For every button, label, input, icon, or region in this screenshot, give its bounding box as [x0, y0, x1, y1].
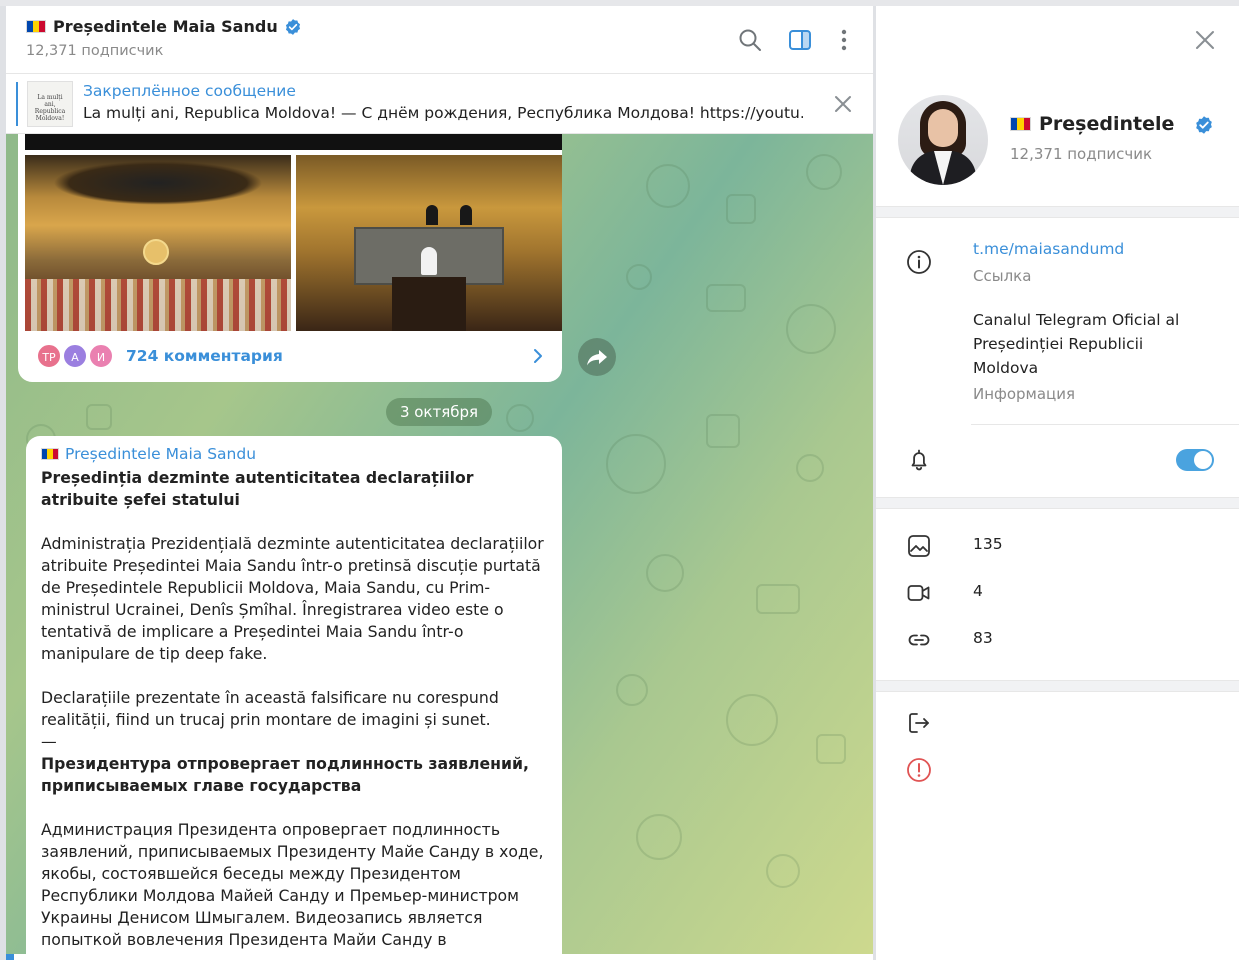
photo-speaker: [421, 247, 437, 275]
date-separator: 3 октября: [386, 398, 492, 426]
pattern-doodle: [786, 304, 836, 354]
panel-channel-title: Președintele: [1010, 113, 1174, 135]
close-icon[interactable]: [832, 93, 854, 115]
pattern-doodle: [646, 164, 690, 208]
bell-icon: [911, 449, 927, 471]
chevron-right-icon: [534, 349, 542, 363]
links-count[interactable]: 83: [973, 629, 993, 647]
pattern-doodle: [806, 154, 842, 190]
channel-description: Canalul Telegram Oficial al Președinției…: [973, 311, 1180, 377]
avatar-face: [928, 109, 958, 147]
pattern-doodle: [86, 404, 112, 430]
photo-assembly-hall[interactable]: [25, 155, 291, 331]
moldova-flag-icon: [1010, 117, 1031, 131]
link-icon: [908, 634, 930, 646]
photos-count[interactable]: 135: [973, 535, 1003, 553]
message-paragraph-ru-1: Администрация Президента опровергает под…: [41, 820, 544, 954]
pattern-doodle: [706, 284, 746, 312]
forward-share-icon[interactable]: [578, 338, 616, 376]
message-title-ro: Președinția dezminte autenticitatea decl…: [41, 468, 474, 509]
pinned-thumbnail: La mulți ani, Republica Moldova!: [27, 81, 73, 127]
channel-info-panel: Președintele 12,371 подписчик t.me/maias…: [876, 6, 1239, 960]
report-icon[interactable]: [906, 757, 932, 783]
pinned-title: Закреплённое сообщение: [83, 82, 296, 100]
message-paragraph-ro-1: Administrația Prezidențială dezminte aut…: [41, 534, 544, 663]
photo-figure: [426, 205, 438, 225]
section-separator: [876, 497, 1239, 509]
channel-link-label: Ссылка: [973, 267, 1032, 285]
info-icon: [907, 250, 931, 274]
moldova-flag-icon: [26, 20, 46, 33]
channel-avatar[interactable]: [898, 95, 988, 185]
message-paragraph-ro-2: Declarațiile prezentate în această falsi…: [41, 688, 499, 729]
pattern-doodle: [636, 814, 682, 860]
pattern-doodle: [706, 414, 740, 448]
commenter-avatar: А: [62, 343, 88, 369]
photo-podium: [392, 277, 466, 331]
pattern-doodle: [506, 404, 534, 432]
toggle-knob: [1194, 451, 1212, 469]
close-icon[interactable]: [1194, 29, 1216, 51]
message-photo-album[interactable]: ТР А И 724 комментария: [18, 134, 562, 382]
channel-name: Președintele Maia Sandu: [53, 17, 278, 36]
section-separator: [876, 206, 1239, 218]
photo-strip[interactable]: [25, 134, 562, 150]
more-vert-icon[interactable]: [830, 26, 858, 54]
channel-link[interactable]: t.me/maiasandumd: [973, 240, 1124, 258]
message-author-name: Președintele Maia Sandu: [65, 445, 257, 463]
verified-badge-icon: [1196, 116, 1212, 134]
moldova-flag-icon: [41, 448, 59, 460]
section-separator: [876, 680, 1239, 692]
channel-description-label: Информация: [973, 385, 1076, 403]
pattern-doodle: [606, 434, 666, 494]
pattern-doodle: [726, 694, 778, 746]
un-emblem-icon: [143, 239, 169, 265]
message-title-ru: Президентура отпровергает подлинность за…: [41, 754, 529, 795]
video-icon: [907, 585, 930, 601]
commenter-avatar: И: [88, 343, 114, 369]
search-icon[interactable]: [736, 26, 764, 54]
pattern-doodle: [616, 674, 648, 706]
divider: [971, 424, 1239, 425]
photo-dome: [53, 161, 263, 205]
pattern-doodle: [796, 454, 824, 482]
commenter-avatar: ТР: [36, 343, 62, 369]
pattern-doodle: [726, 194, 756, 224]
pattern-doodle: [646, 554, 684, 592]
pattern-doodle: [756, 584, 800, 614]
chat-column: Președintele Maia Sandu 12,371 подписчик…: [6, 6, 873, 960]
message-author[interactable]: Președintele Maia Sandu: [41, 445, 256, 463]
pattern-doodle: [626, 264, 652, 290]
scroll-indicator: [6, 954, 14, 960]
pinned-message-bar[interactable]: La mulți ani, Republica Moldova! Закрепл…: [6, 74, 873, 134]
panel-subscriber-count: 12,371 подписчик: [1010, 145, 1153, 163]
leave-channel-icon[interactable]: [906, 710, 932, 736]
comments-count: 724 комментария: [126, 347, 283, 365]
chat-background[interactable]: ТР А И 724 комментария 3 октября Președi…: [6, 134, 873, 954]
pinned-accent-bar: [16, 82, 18, 126]
message-body: Președinția dezminte autenticitatea decl…: [41, 467, 549, 954]
comments-row[interactable]: ТР А И 724 комментария: [18, 331, 562, 382]
sidebar-toggle-icon[interactable]: [786, 26, 814, 54]
videos-count[interactable]: 4: [973, 582, 983, 600]
pattern-doodle: [816, 734, 846, 764]
panel-channel-name: Președintele: [1039, 113, 1175, 135]
photo-figure: [460, 205, 472, 225]
verified-badge-icon: [285, 18, 300, 35]
chat-header[interactable]: Președintele Maia Sandu 12,371 подписчик: [6, 6, 873, 74]
message-text-post[interactable]: Președintele Maia Sandu Președinția dezm…: [26, 436, 562, 954]
pinned-text: La mulți ani, Republica Moldova! — С днё…: [83, 104, 803, 122]
composer-strip: [6, 954, 873, 960]
photo-icon: [908, 535, 930, 557]
notifications-toggle[interactable]: [1176, 449, 1214, 471]
photo-podium-speech[interactable]: [296, 155, 562, 331]
photo-seats: [25, 279, 291, 331]
pattern-doodle: [766, 854, 800, 888]
subscriber-count: 12,371 подписчик: [26, 43, 164, 59]
message-divider: —: [41, 732, 57, 751]
channel-title[interactable]: Președintele Maia Sandu: [26, 17, 302, 36]
